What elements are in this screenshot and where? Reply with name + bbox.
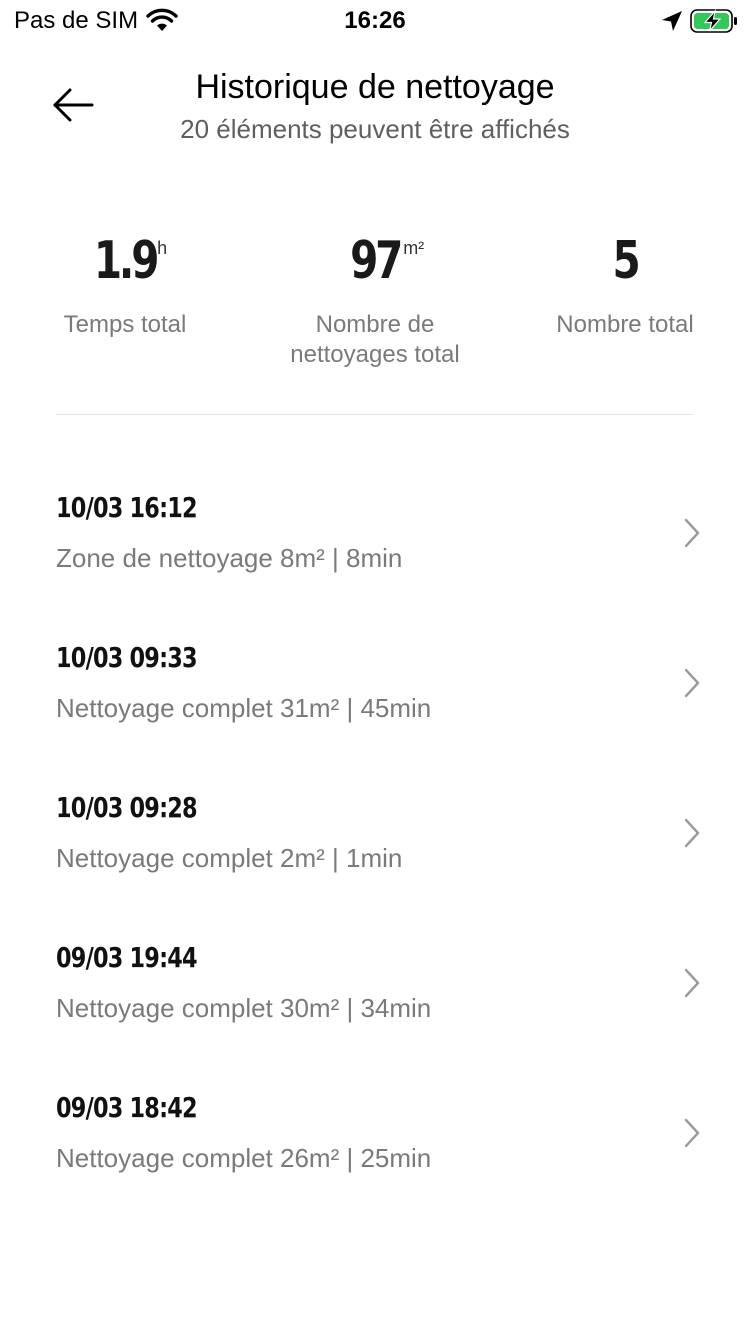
history-item-date: 09/03 19:44 xyxy=(56,941,198,974)
stat-value: 5 xyxy=(612,231,640,291)
stat-total-area: 97 m² Nombre de nettoyages total xyxy=(250,226,500,370)
stat-total-count: 5 Nombre total xyxy=(500,226,750,340)
history-item-date: 09/03 18:42 xyxy=(56,1091,198,1124)
stat-label: Nombre de nettoyages total xyxy=(290,311,460,368)
history-item-detail: Nettoyage complet 26m² | 25min xyxy=(56,1143,432,1173)
location-arrow-icon xyxy=(662,11,682,31)
page-subtitle: 20 éléments peuvent être affichés xyxy=(180,114,570,144)
history-item[interactable]: 09/03 19:44 Nettoyage complet 30m² | 34m… xyxy=(0,907,750,1057)
history-item-detail: Nettoyage complet 2m² | 1min xyxy=(56,843,403,873)
stat-label: Temps total xyxy=(63,311,187,338)
status-bar: Pas de SIM 16:26 xyxy=(0,0,750,42)
chevron-right-icon xyxy=(684,668,700,698)
history-item-detail: Nettoyage complet 30m² | 34min xyxy=(56,993,432,1023)
stat-value: 1.9 xyxy=(93,231,160,291)
history-list: 10/03 16:12 Zone de nettoyage 8m² | 8min… xyxy=(0,457,750,1207)
battery-charging-icon xyxy=(690,8,737,33)
history-item-detail: Nettoyage complet 31m² | 45min xyxy=(56,693,432,723)
chevron-right-icon xyxy=(684,518,700,548)
chevron-right-icon xyxy=(684,818,700,848)
history-item-detail: Zone de nettoyage 8m² | 8min xyxy=(56,543,403,573)
chevron-right-icon xyxy=(684,968,700,998)
stat-total-time: 1.9 h Temps total xyxy=(0,226,250,340)
status-time: 16:26 xyxy=(344,7,406,34)
history-item-date: 10/03 09:33 xyxy=(56,641,198,674)
stat-unit: m² xyxy=(403,238,425,258)
history-item-date: 10/03 16:12 xyxy=(56,491,198,524)
divider xyxy=(56,414,694,415)
history-item[interactable]: 10/03 09:33 Nettoyage complet 31m² | 45m… xyxy=(0,607,750,757)
stat-unit: h xyxy=(157,238,168,258)
history-item-date: 10/03 09:28 xyxy=(56,791,198,824)
history-item[interactable]: 09/03 18:42 Nettoyage complet 26m² | 25m… xyxy=(0,1057,750,1207)
page-title: Historique de nettoyage xyxy=(195,68,555,106)
history-item[interactable]: 10/03 09:28 Nettoyage complet 2m² | 1min xyxy=(0,757,750,907)
screen: Pas de SIM 16:26 Historique de nettoyage… xyxy=(0,0,750,1334)
history-item[interactable]: 10/03 16:12 Zone de nettoyage 8m² | 8min xyxy=(0,457,750,607)
chevron-right-icon xyxy=(684,1118,700,1148)
stat-label: Nombre total xyxy=(556,311,694,338)
stat-value: 97 xyxy=(349,231,403,291)
